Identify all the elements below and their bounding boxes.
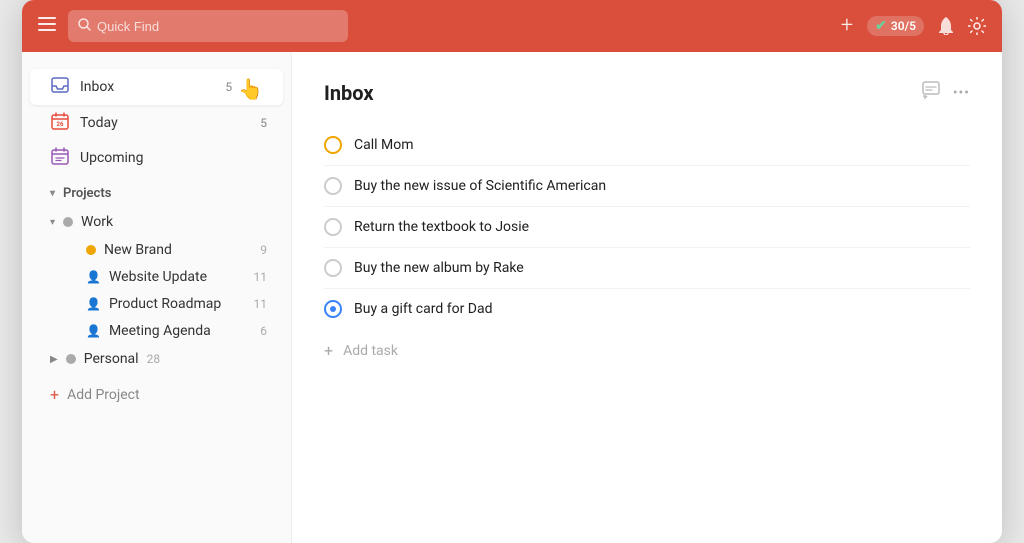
task-text: Buy a gift card for Dad xyxy=(354,301,493,317)
task-complete-button[interactable] xyxy=(324,177,342,195)
svg-text:26: 26 xyxy=(57,121,64,128)
meeting-agenda-label: Meeting Agenda xyxy=(109,323,252,339)
task-complete-button[interactable] xyxy=(324,136,342,154)
product-roadmap-person-icon: 👤 xyxy=(86,297,101,311)
new-brand-count: 9 xyxy=(260,243,267,257)
main-layout: Inbox 5 👆 26 Today 5 xyxy=(22,52,1002,543)
task-text: Buy the new album by Rake xyxy=(354,260,524,276)
add-task-plus-icon: + xyxy=(324,341,333,360)
upcoming-label: Upcoming xyxy=(80,150,267,166)
add-task-label: Add task xyxy=(343,343,398,359)
karma-count: 30/5 xyxy=(891,19,916,33)
task-text: Return the textbook to Josie xyxy=(354,219,529,235)
add-project-label: Add Project xyxy=(67,387,140,403)
content-header: Inbox ••• xyxy=(324,80,970,105)
task-text: Call Mom xyxy=(354,137,414,153)
topbar-actions: + ✔ 30/5 xyxy=(841,15,986,37)
projects-label: Projects xyxy=(63,186,111,201)
search-input[interactable] xyxy=(97,19,338,34)
personal-dot xyxy=(66,354,76,364)
website-update-count: 11 xyxy=(254,270,268,284)
app-window: + ✔ 30/5 xyxy=(22,0,1002,543)
content-header-actions: ••• xyxy=(921,80,970,105)
sidebar-item-upcoming[interactable]: Upcoming xyxy=(30,141,283,175)
inbox-icon xyxy=(50,77,70,97)
sidebar-item-new-brand[interactable]: New Brand 9 xyxy=(30,237,283,263)
inbox-count: 5 xyxy=(225,80,232,94)
topbar: + ✔ 30/5 xyxy=(22,0,1002,52)
projects-chevron-icon: ▾ xyxy=(50,188,55,199)
add-button[interactable]: + xyxy=(841,15,853,37)
upcoming-icon xyxy=(50,147,70,169)
sidebar-item-website-update[interactable]: 👤 Website Update 11 xyxy=(30,264,283,290)
today-label: Today xyxy=(80,115,250,131)
work-dot xyxy=(63,217,73,227)
sidebar: Inbox 5 👆 26 Today 5 xyxy=(22,52,292,543)
page-title: Inbox xyxy=(324,81,921,105)
task-complete-button[interactable] xyxy=(324,218,342,236)
today-icon: 26 xyxy=(50,112,70,134)
bell-button[interactable] xyxy=(938,17,954,35)
task-text: Buy the new issue of Scientific American xyxy=(354,178,606,194)
content-area: Inbox ••• Call Mom xyxy=(292,52,1002,543)
sidebar-item-today[interactable]: 26 Today 5 xyxy=(30,106,283,140)
karma-check-icon: ✔ xyxy=(875,18,887,34)
inbox-label: Inbox xyxy=(80,79,215,95)
table-row: Buy the new issue of Scientific American xyxy=(324,166,970,207)
sidebar-item-work[interactable]: ▾ Work xyxy=(30,208,283,236)
table-row: Buy a gift card for Dad xyxy=(324,289,970,329)
cursor-indicator: 👆 xyxy=(238,77,263,101)
website-update-label: Website Update xyxy=(109,269,246,285)
product-roadmap-label: Product Roadmap xyxy=(109,296,246,312)
search-box[interactable] xyxy=(68,10,348,42)
settings-button[interactable] xyxy=(968,17,986,35)
personal-count: 28 xyxy=(147,352,161,366)
sidebar-item-product-roadmap[interactable]: 👤 Product Roadmap 11 xyxy=(30,291,283,317)
new-brand-label: New Brand xyxy=(104,242,252,258)
table-row: Return the textbook to Josie xyxy=(324,207,970,248)
website-update-person-icon: 👤 xyxy=(86,270,101,284)
work-chevron-icon: ▾ xyxy=(50,217,55,228)
new-brand-dot xyxy=(86,245,96,255)
meeting-agenda-person-icon: 👤 xyxy=(86,324,101,338)
sidebar-item-inbox[interactable]: Inbox 5 👆 xyxy=(30,69,283,105)
add-project-plus-icon: + xyxy=(50,385,59,404)
menu-icon[interactable] xyxy=(38,17,56,35)
comment-button[interactable] xyxy=(921,80,941,105)
today-count: 5 xyxy=(260,116,267,130)
search-icon xyxy=(78,18,91,35)
table-row: Call Mom xyxy=(324,125,970,166)
task-list: Call Mom Buy the new issue of Scientific… xyxy=(324,125,970,329)
sidebar-item-meeting-agenda[interactable]: 👤 Meeting Agenda 6 xyxy=(30,318,283,344)
add-project-button[interactable]: + Add Project xyxy=(30,377,283,410)
work-label: Work xyxy=(81,214,113,230)
product-roadmap-count: 11 xyxy=(254,297,268,311)
sidebar-item-personal[interactable]: ▶ Personal 28 xyxy=(30,345,283,373)
more-options-button[interactable]: ••• xyxy=(953,85,970,101)
task-complete-button[interactable] xyxy=(324,300,342,318)
task-complete-button[interactable] xyxy=(324,259,342,277)
karma-badge[interactable]: ✔ 30/5 xyxy=(867,16,924,36)
personal-chevron-icon: ▶ xyxy=(50,354,58,365)
meeting-agenda-count: 6 xyxy=(260,324,267,338)
projects-section-header[interactable]: ▾ Projects xyxy=(30,176,283,207)
add-task-button[interactable]: + Add task xyxy=(324,329,970,360)
table-row: Buy the new album by Rake xyxy=(324,248,970,289)
personal-label: Personal xyxy=(84,351,139,367)
